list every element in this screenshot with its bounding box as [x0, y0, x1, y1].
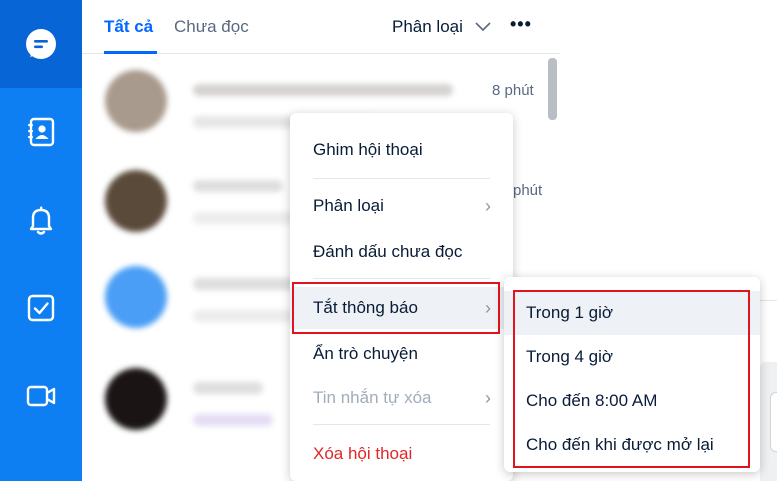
menu-hide-label: Ẩn trò chuyện [313, 344, 418, 363]
conversation-time: phút [513, 182, 543, 199]
menu-mark-unread[interactable]: Đánh dấu chưa đọc [290, 231, 513, 273]
menu-pin-conversation[interactable]: Ghim hội thoại [290, 129, 513, 171]
menu-delete-label: Xóa hội thoại [313, 444, 413, 463]
blurred-name [193, 84, 453, 96]
chevron-right-icon: › [485, 195, 491, 216]
list-header: Tất cả Chưa đọc Phân loại ••• [82, 0, 560, 54]
chevron-right-icon: › [485, 387, 491, 408]
list-scrollbar[interactable] [548, 58, 557, 120]
menu-divider [313, 178, 490, 179]
bell-icon [29, 206, 53, 235]
menu-mark-unread-label: Đánh dấu chưa đọc [313, 242, 463, 261]
menu-classify-label: Phân loại [313, 196, 384, 215]
highlight-box-mute [292, 282, 500, 334]
nav-contacts[interactable] [0, 88, 82, 176]
menu-auto-delete-messages[interactable]: Tin nhắn tự xóa › [290, 377, 513, 419]
contacts-icon [28, 117, 55, 147]
blurred-name [193, 180, 283, 192]
nav-notifications[interactable] [0, 176, 82, 264]
conversation-time: 8 phút [492, 82, 534, 99]
left-nav [0, 0, 82, 481]
avatar [105, 170, 167, 232]
avatar [105, 266, 167, 328]
nav-chat[interactable] [0, 0, 82, 88]
menu-auto-delete-label: Tin nhắn tự xóa [313, 388, 432, 407]
filter-dropdown[interactable]: Phân loại [392, 17, 491, 37]
tab-all-underline [104, 51, 157, 54]
todo-checkbox-icon [27, 294, 55, 322]
filter-label: Phân loại [392, 17, 463, 36]
video-call-icon [26, 385, 56, 407]
tab-unread[interactable]: Chưa đọc [174, 17, 249, 37]
menu-hide-chat[interactable]: Ẩn trò chuyện [290, 333, 513, 375]
tab-all[interactable]: Tất cả [104, 17, 153, 37]
blurred-name [193, 278, 303, 290]
blurred-preview [193, 414, 273, 426]
menu-classify[interactable]: Phân loại › [290, 185, 513, 227]
avatar [105, 368, 167, 430]
avatar [105, 70, 167, 132]
menu-divider [313, 278, 490, 279]
chevron-down-icon [475, 22, 491, 32]
chat-icon [26, 29, 56, 59]
nav-video-call[interactable] [0, 352, 82, 440]
highlight-box-submenu [513, 290, 750, 468]
more-options-button[interactable]: ••• [510, 14, 532, 35]
menu-divider [313, 424, 490, 425]
menu-pin-label: Ghim hội thoại [313, 140, 423, 159]
nav-todo[interactable] [0, 264, 82, 352]
blurred-name [193, 382, 263, 394]
chat-pane-toggle[interactable] [770, 392, 777, 452]
menu-delete-conversation[interactable]: Xóa hội thoại [290, 433, 513, 475]
